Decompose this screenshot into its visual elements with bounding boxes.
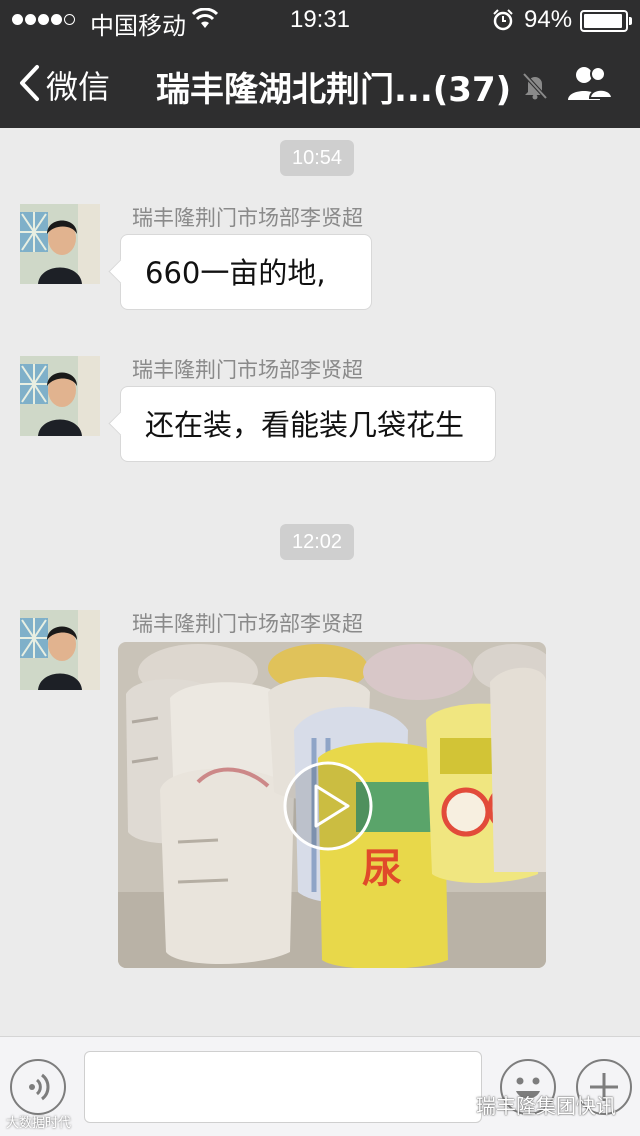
input-bar: [0, 1036, 640, 1136]
avatar[interactable]: [20, 204, 100, 284]
message-input[interactable]: [84, 1051, 482, 1123]
message-bubble[interactable]: 660一亩的地,: [120, 234, 372, 310]
chat-nav-bar: 微信 瑞丰隆湖北荆门...(37): [0, 40, 640, 128]
message-bubble[interactable]: 还在装，看能装几袋花生: [120, 386, 496, 462]
timestamp: 12:02: [280, 524, 355, 560]
avatar[interactable]: [20, 610, 100, 690]
chevron-left-icon: [18, 64, 40, 106]
play-icon[interactable]: [282, 760, 374, 852]
timestamp: 10:54: [280, 140, 355, 176]
battery-icon: [580, 10, 632, 32]
watermark: 瑞丰隆集团快讯: [440, 1090, 616, 1119]
voice-icon[interactable]: [10, 1059, 66, 1115]
watermark-left: 大数据时代: [6, 1116, 72, 1131]
sender-name: 瑞丰隆荆门市场部李贤超: [132, 358, 363, 382]
watermark-text: 瑞丰隆集团快讯: [476, 1094, 616, 1118]
video-message[interactable]: 尿: [118, 642, 546, 968]
sender-name: 瑞丰隆荆门市场部李贤超: [132, 612, 363, 636]
mute-bell-icon: [522, 72, 548, 104]
alarm-icon: [492, 9, 514, 35]
avatar[interactable]: [20, 356, 100, 436]
battery-percent: 94%: [524, 6, 573, 33]
chat-area[interactable]: 10:54 瑞丰隆荆门市场部李贤超 660一亩的地, 瑞丰隆荆门市场部李贤超 还…: [0, 128, 640, 1036]
group-members-icon[interactable]: [566, 64, 614, 108]
sender-name: 瑞丰隆荆门市场部李贤超: [132, 206, 363, 230]
status-bar: 中国移动 19:31 94%: [0, 0, 640, 40]
back-label: 微信: [46, 68, 111, 106]
chat-title: 瑞丰隆湖北荆门...(37): [156, 70, 512, 110]
back-button[interactable]: 微信: [18, 62, 110, 108]
wechat-logo-icon: [440, 1090, 470, 1119]
